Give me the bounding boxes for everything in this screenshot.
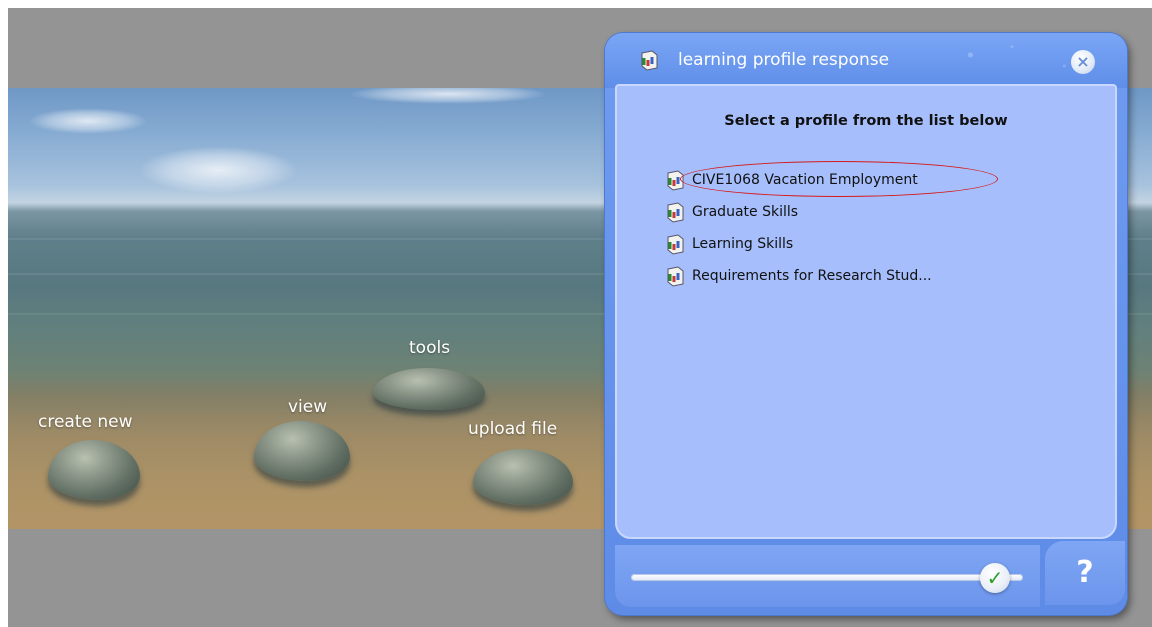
checkmark-icon[interactable]: ✓: [980, 563, 1010, 593]
stone-tools[interactable]: [373, 368, 485, 410]
view-label[interactable]: view: [288, 397, 327, 417]
dialog-title: learning profile response: [678, 50, 890, 70]
slider-track[interactable]: [631, 574, 1023, 581]
create-new-label[interactable]: create new: [38, 412, 133, 432]
stone-view[interactable]: [254, 421, 350, 481]
profile-book-icon: [667, 170, 684, 191]
stone-upload-file[interactable]: [473, 449, 573, 505]
cloud: [138, 146, 298, 194]
profile-book-icon: [667, 202, 684, 223]
dialog-titlebar[interactable]: learning profile response ×: [605, 33, 1127, 88]
confirm-slider-area: ✓: [615, 545, 1040, 607]
list-item[interactable]: Graduate Skills: [664, 196, 1084, 228]
learning-profile-dialog: learning profile response × Select a pro…: [605, 33, 1127, 615]
profile-label: CIVE1068 Vacation Employment: [692, 172, 918, 188]
profile-label: Requirements for Research Stud...: [692, 268, 932, 284]
stone-create-new[interactable]: [48, 440, 140, 500]
close-icon[interactable]: ×: [1071, 50, 1095, 74]
list-item[interactable]: Requirements for Research Stud...: [664, 260, 1084, 292]
cloud: [28, 108, 148, 134]
help-button[interactable]: ?: [1045, 541, 1125, 605]
cloud: [348, 88, 548, 104]
list-item[interactable]: CIVE1068 Vacation Employment: [664, 161, 1084, 197]
profile-list: CIVE1068 Vacation Employment Graduate Sk…: [664, 161, 1084, 292]
panel-heading: Select a profile from the list below: [724, 113, 1008, 129]
profile-book-icon: [667, 234, 684, 255]
profile-panel: Select a profile from the list below CIV…: [615, 84, 1117, 539]
profile-label: Graduate Skills: [692, 204, 799, 220]
dialog-footer: ✓ ?: [615, 541, 1125, 607]
profile-label: Learning Skills: [692, 236, 794, 252]
profile-book-icon: [641, 50, 658, 71]
tools-label[interactable]: tools: [409, 338, 450, 358]
profile-book-icon: [667, 266, 684, 287]
upload-file-label[interactable]: upload file: [468, 419, 557, 439]
list-item[interactable]: Learning Skills: [664, 228, 1084, 260]
